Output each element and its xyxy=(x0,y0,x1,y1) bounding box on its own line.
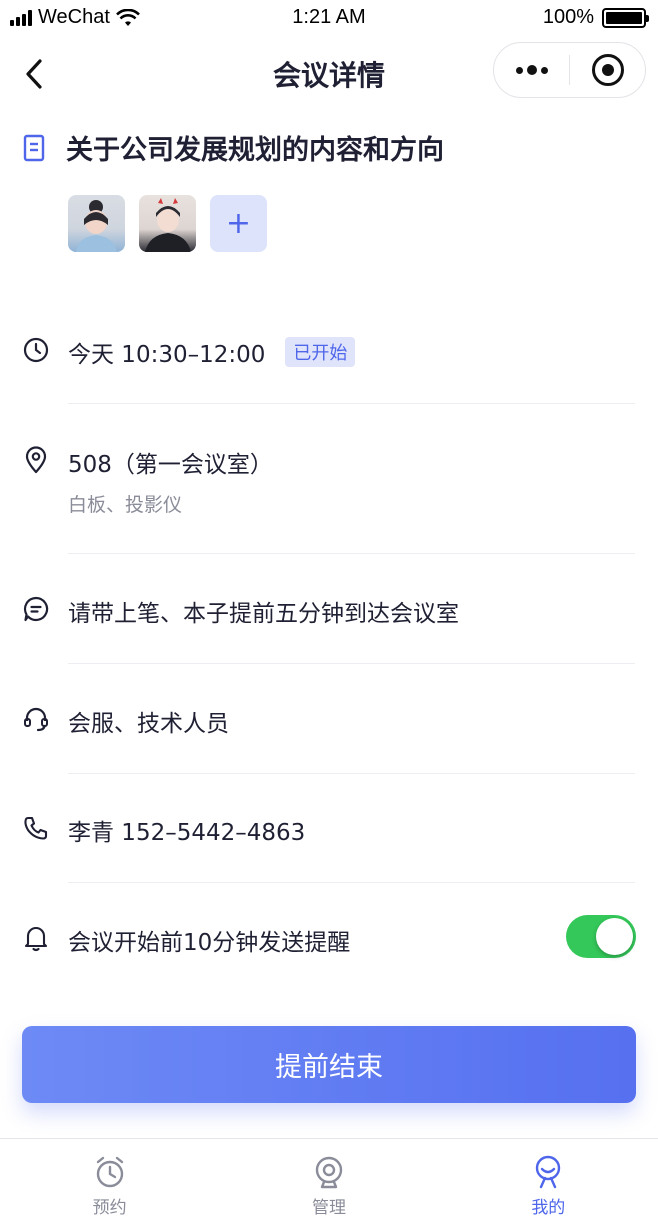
meeting-title-row: 关于公司发展规划的内容和方向 xyxy=(22,128,444,167)
divider xyxy=(68,403,635,404)
note-row: 请带上笔、本子提前五分钟到达会议室 xyxy=(22,595,636,627)
tab-mine[interactable]: 我的 xyxy=(439,1139,658,1226)
battery-percent: 100% xyxy=(542,6,594,28)
bell-icon xyxy=(22,924,50,952)
toggle-knob xyxy=(596,918,633,955)
nav-bar: 会议详情 xyxy=(0,40,658,106)
divider xyxy=(68,553,635,554)
time-row: 今天 10:30–12:00 已开始 xyxy=(22,335,636,369)
services-row: 会服、技术人员 xyxy=(22,705,636,737)
room-equipment: 白板、投影仪 xyxy=(68,494,183,516)
person-icon xyxy=(76,200,117,252)
person-icon xyxy=(145,198,191,252)
reminder-toggle[interactable] xyxy=(566,915,636,958)
avatar[interactable] xyxy=(68,195,125,252)
headset-icon xyxy=(22,705,50,733)
tab-booking[interactable]: 预约 xyxy=(0,1139,219,1226)
status-bar: WeChat 1:21 AM 100% xyxy=(0,0,658,38)
divider xyxy=(68,663,635,664)
tab-label: 预约 xyxy=(92,1198,127,1218)
tab-bar: 预约 管理 我的 xyxy=(0,1138,658,1226)
time-line: 今天 10:30–12:00 已开始 xyxy=(68,335,356,369)
location-row: 508（第一会议室） 白板、投影仪 xyxy=(22,446,636,516)
alarm-clock-icon xyxy=(96,1156,123,1188)
contact-row: 李青 152–5442–4863 xyxy=(22,813,636,847)
close-mini-program-button[interactable] xyxy=(570,43,645,97)
reminder-label: 会议开始前10分钟发送提醒 xyxy=(68,930,351,956)
status-right: 100% xyxy=(542,6,649,29)
location-pin-icon xyxy=(22,446,50,474)
avatar[interactable] xyxy=(139,195,196,252)
battery-icon xyxy=(602,7,649,28)
clock-icon xyxy=(22,336,50,364)
status-badge: 已开始 xyxy=(285,337,356,367)
reminder-row: 会议开始前10分钟发送提醒 xyxy=(22,924,636,956)
tab-label: 我的 xyxy=(531,1198,566,1218)
divider xyxy=(68,773,635,774)
message-icon xyxy=(22,595,50,623)
mini-program-capsule xyxy=(493,42,646,98)
phone-icon xyxy=(22,814,50,842)
more-button[interactable] xyxy=(494,43,569,97)
more-icon xyxy=(515,65,548,75)
meeting-room: 508（第一会议室） xyxy=(68,452,273,478)
contact-info[interactable]: 李青 152–5442–4863 xyxy=(68,813,305,847)
profile-icon xyxy=(536,1155,561,1189)
meeting-services: 会服、技术人员 xyxy=(68,711,229,737)
webcam-icon xyxy=(315,1156,343,1189)
document-icon xyxy=(23,134,45,161)
tab-manage[interactable]: 管理 xyxy=(219,1139,438,1226)
meeting-title: 关于公司发展规划的内容和方向 xyxy=(66,135,444,166)
attendee-list: + xyxy=(68,195,267,252)
meeting-time: 今天 10:30–12:00 xyxy=(68,342,266,368)
end-early-button[interactable]: 提前结束 xyxy=(22,1026,636,1103)
add-attendee-button[interactable]: + xyxy=(210,195,267,252)
target-icon xyxy=(591,54,624,86)
tab-label: 管理 xyxy=(311,1198,346,1218)
divider xyxy=(68,882,635,883)
meeting-note: 请带上笔、本子提前五分钟到达会议室 xyxy=(68,601,459,627)
